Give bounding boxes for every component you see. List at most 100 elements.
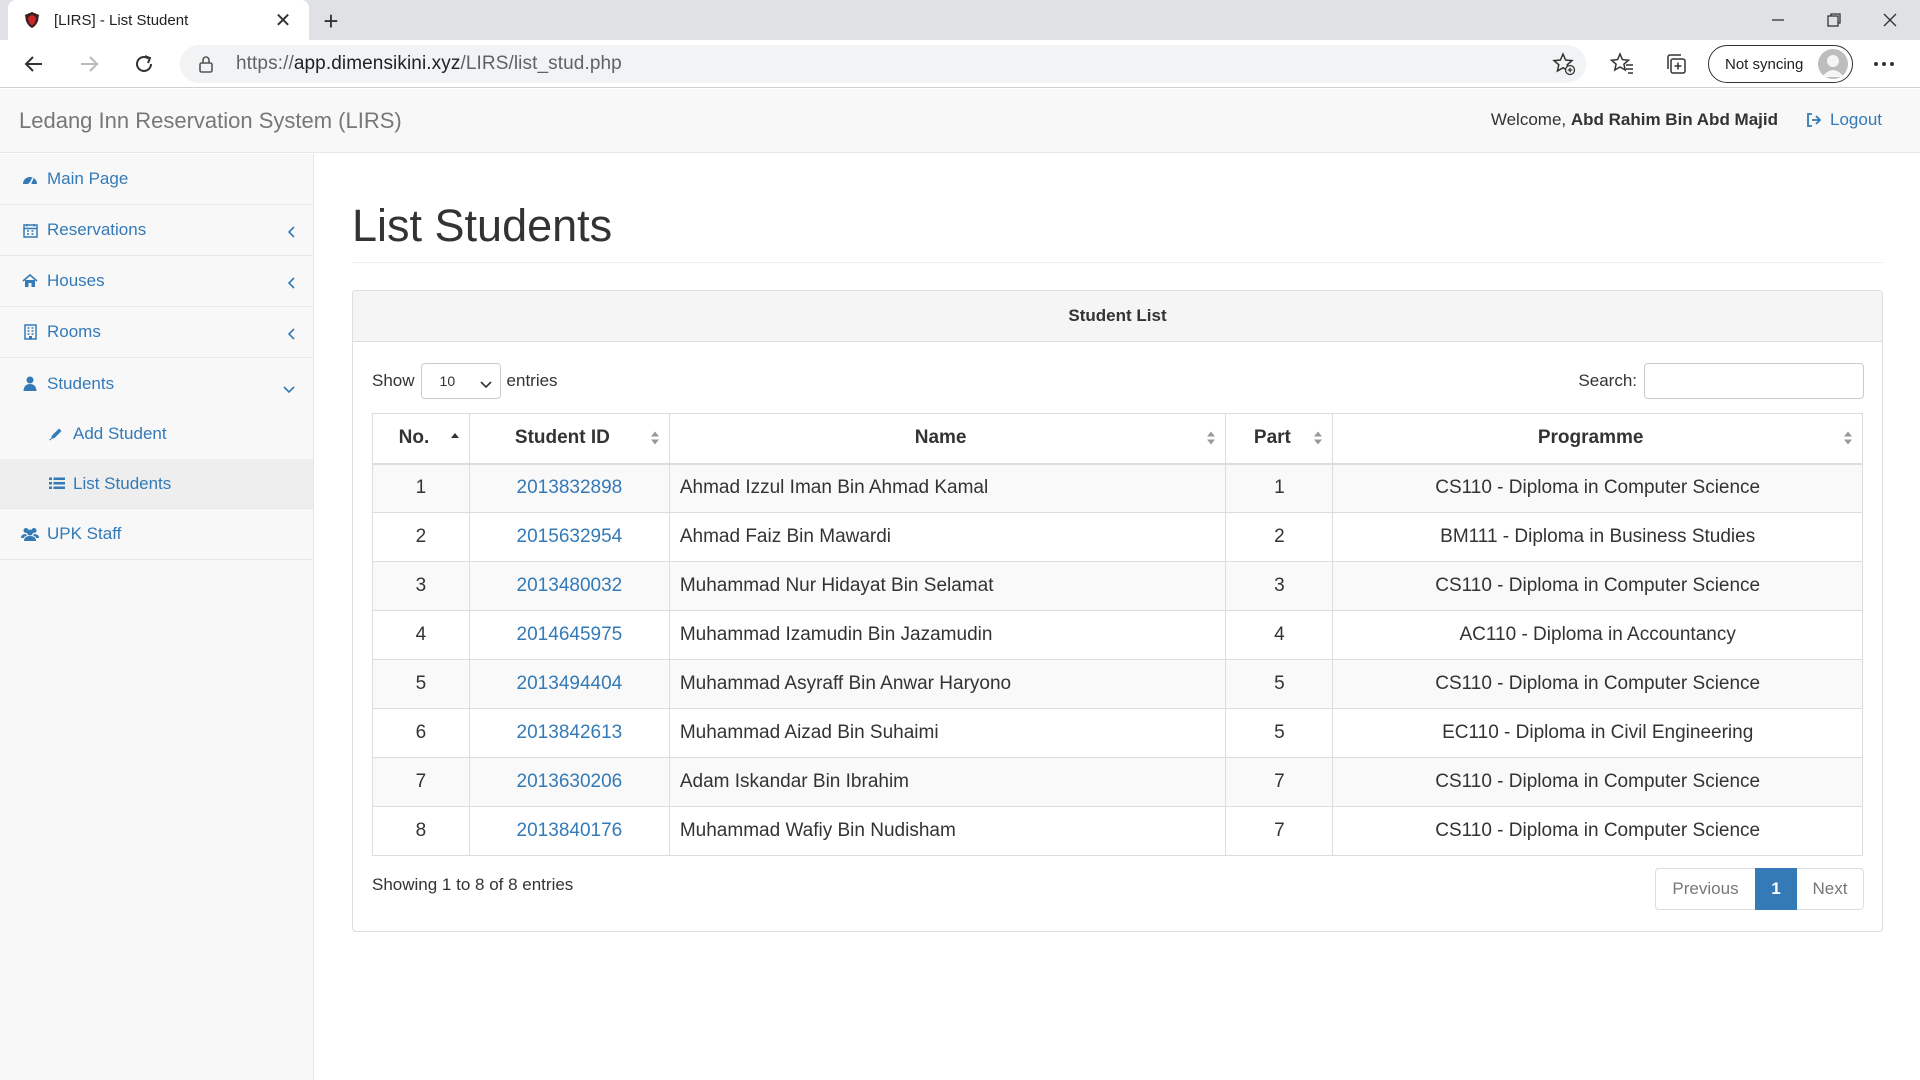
shield-favicon-icon — [22, 10, 42, 30]
sidebar-item-upk-staff[interactable]: UPK Staff — [0, 509, 313, 560]
address-bar[interactable]: https://app.dimensikini.xyz/LIRS/list_st… — [180, 45, 1586, 83]
sidebar: Main Page Reservations Houses Rooms Stud… — [0, 154, 314, 1080]
table-row: 5 2013494404 Muhammad Asyraff Bin Anwar … — [372, 659, 1863, 709]
search-control: Search: — [1578, 363, 1864, 399]
column-header-name[interactable]: Name — [668, 413, 1227, 465]
page-1-button[interactable]: 1 — [1755, 868, 1797, 910]
student-id-link[interactable]: 2013840176 — [517, 820, 623, 841]
page-length-select[interactable]: 10 — [420, 363, 501, 399]
chevron-left-icon — [287, 223, 295, 243]
student-id-link[interactable]: 2014645975 — [517, 624, 623, 645]
student-table: No. Student ID Name Part Programme 1 201… — [372, 413, 1863, 856]
column-header-part[interactable]: Part — [1225, 413, 1334, 465]
sync-button[interactable]: Not syncing — [1708, 45, 1853, 83]
table-info: Showing 1 to 8 of 8 entries — [372, 875, 574, 894]
list-icon — [49, 477, 65, 490]
cell-name: Muhammad Wafiy Bin Nudisham — [668, 806, 1227, 856]
cell-part: 4 — [1225, 610, 1334, 660]
show-label: Show — [372, 371, 415, 390]
users-icon — [21, 527, 39, 541]
app-brand[interactable]: Ledang Inn Reservation System (LIRS) — [19, 108, 402, 134]
restore-icon[interactable] — [1806, 0, 1862, 40]
search-input[interactable] — [1644, 363, 1864, 399]
table-row: 4 2014645975 Muhammad Izamudin Bin Jazam… — [372, 610, 1863, 660]
sidebar-subitem-label: List Students — [73, 473, 172, 493]
sidebar-subitem-add-student[interactable]: Add Student — [0, 409, 313, 459]
reload-icon[interactable] — [126, 46, 162, 82]
column-header-student-id[interactable]: Student ID — [468, 413, 670, 465]
cell-no: 7 — [372, 757, 470, 807]
column-header-no[interactable]: No. — [372, 413, 470, 465]
cell-part: 3 — [1225, 561, 1334, 611]
table-row: 8 2013840176 Muhammad Wafiy Bin Nudisham… — [372, 806, 1863, 856]
page-title: List Students — [352, 200, 613, 251]
calendar-icon — [21, 223, 39, 238]
cell-no: 5 — [372, 659, 470, 709]
cell-name: Muhammad Nur Hidayat Bin Selamat — [668, 561, 1227, 611]
sidebar-subitem-list-students[interactable]: List Students — [0, 459, 313, 509]
sidebar-item-students[interactable]: Students — [0, 358, 313, 409]
sort-asc-icon — [450, 430, 460, 452]
next-page-button[interactable]: Next — [1796, 868, 1864, 910]
browser-tab[interactable]: [LIRS] - List Student ✕ — [8, 0, 309, 40]
cell-name: Muhammad Aizad Bin Suhaimi — [668, 708, 1227, 758]
student-id-link[interactable]: 2013832898 — [517, 477, 623, 498]
logout-link[interactable]: Logout — [1806, 110, 1882, 130]
add-favorite-icon[interactable] — [1552, 52, 1576, 81]
sidebar-item-rooms[interactable]: Rooms — [0, 307, 313, 358]
more-menu-icon[interactable] — [1870, 50, 1898, 78]
back-icon[interactable] — [16, 46, 52, 82]
student-id-link[interactable]: 2013480032 — [517, 575, 623, 596]
page-length-control: Show 10 entries — [372, 363, 558, 399]
lock-icon[interactable] — [198, 55, 218, 73]
building-icon — [21, 324, 39, 340]
cell-no: 2 — [372, 512, 470, 562]
sort-icon — [650, 430, 660, 452]
user-icon — [21, 376, 39, 391]
forward-icon[interactable] — [71, 46, 107, 82]
cell-no: 4 — [372, 610, 470, 660]
cell-programme: AC110 - Diploma in Accountancy — [1332, 610, 1863, 660]
chevron-down-icon — [479, 376, 492, 392]
sidebar-item-houses[interactable]: Houses — [0, 256, 313, 307]
logout-label: Logout — [1830, 110, 1882, 129]
previous-page-button[interactable]: Previous — [1655, 868, 1756, 910]
cell-no: 6 — [372, 708, 470, 758]
collections-icon[interactable] — [1662, 50, 1690, 78]
pencil-icon — [49, 427, 65, 441]
student-id-link[interactable]: 2013842613 — [517, 722, 623, 743]
dashboard-icon — [21, 172, 39, 186]
table-row: 3 2013480032 Muhammad Nur Hidayat Bin Se… — [372, 561, 1863, 611]
student-id-link[interactable]: 2013494404 — [517, 673, 623, 694]
sidebar-item-label: UPK Staff — [47, 524, 122, 543]
cell-part: 5 — [1225, 708, 1334, 758]
user-name: Abd Rahim Bin Abd Majid — [1570, 110, 1778, 129]
home-icon — [21, 274, 39, 288]
cell-part: 7 — [1225, 757, 1334, 807]
app-navbar: Ledang Inn Reservation System (LIRS) Wel… — [0, 89, 1920, 153]
chevron-left-icon — [287, 325, 295, 345]
tab-title: [LIRS] - List Student — [54, 11, 189, 29]
cell-name: Ahmad Faiz Bin Mawardi — [668, 512, 1227, 562]
close-tab-icon[interactable]: ✕ — [271, 8, 295, 32]
cell-part: 5 — [1225, 659, 1334, 709]
welcome-text: Welcome, Abd Rahim Bin Abd Majid — [1490, 110, 1778, 129]
sidebar-item-label: Main Page — [47, 169, 129, 188]
cell-programme: CS110 - Diploma in Computer Science — [1332, 757, 1863, 807]
column-header-programme[interactable]: Programme — [1332, 413, 1863, 465]
minimize-icon[interactable] — [1750, 0, 1806, 40]
sidebar-item-main-page[interactable]: Main Page — [0, 154, 313, 205]
new-tab-icon[interactable]: + — [316, 6, 346, 36]
entries-label: entries — [506, 371, 558, 390]
sidebar-item-reservations[interactable]: Reservations — [0, 205, 313, 256]
panel-heading: Student List — [353, 291, 1882, 342]
student-id-link[interactable]: 2015632954 — [517, 526, 623, 547]
table-row: 2 2015632954 Ahmad Faiz Bin Mawardi 2 BM… — [372, 512, 1863, 562]
browser-tab-bar: [LIRS] - List Student ✕ + — [0, 0, 1920, 40]
cell-name: Ahmad Izzul Iman Bin Ahmad Kamal — [668, 463, 1227, 513]
close-window-icon[interactable] — [1862, 0, 1918, 40]
favorites-icon[interactable] — [1608, 50, 1636, 78]
student-id-link[interactable]: 2013630206 — [517, 771, 623, 792]
browser-toolbar: https://app.dimensikini.xyz/LIRS/list_st… — [0, 40, 1920, 88]
pagination: Previous 1 Next — [1655, 868, 1864, 910]
